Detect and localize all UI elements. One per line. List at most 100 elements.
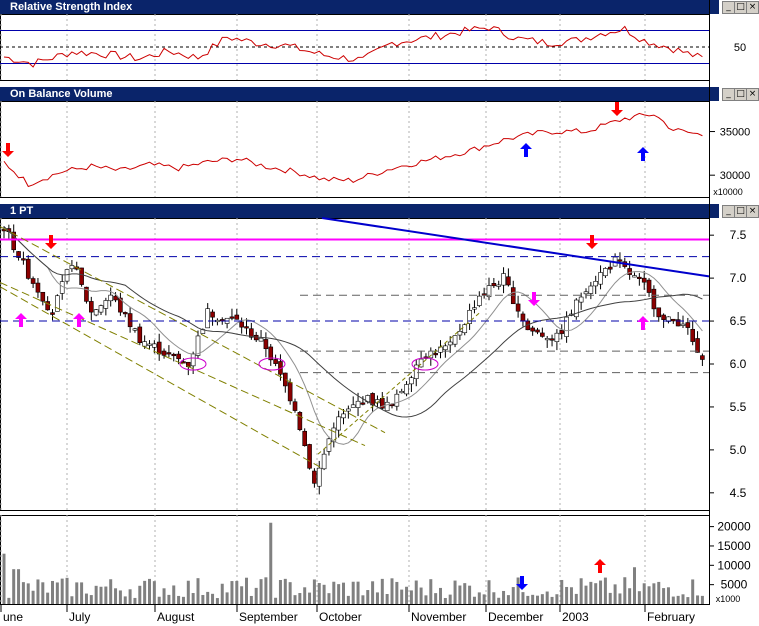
candle-down	[491, 283, 497, 287]
volume-bar	[409, 590, 413, 604]
candle-up	[544, 338, 550, 341]
volume-bar	[89, 595, 93, 604]
candle-down	[695, 338, 700, 353]
volume-bar	[652, 583, 656, 604]
volume-bar	[196, 578, 200, 604]
candle-up	[413, 364, 419, 379]
volume-bar	[138, 585, 142, 604]
volume-bar	[70, 596, 74, 604]
volume-bar	[201, 594, 205, 604]
volume-bar	[143, 580, 147, 604]
price-tick-label: 4.5	[730, 486, 747, 500]
volume-bar	[303, 587, 307, 604]
candle-down	[30, 278, 36, 284]
candle-down	[229, 316, 235, 319]
volume-bar	[293, 595, 297, 604]
obv-multiplier: x10000	[713, 187, 743, 197]
price-tick-label: 5.5	[730, 400, 747, 414]
volume-bar	[565, 586, 569, 604]
candle-down	[21, 258, 26, 261]
candle-up	[108, 294, 113, 302]
volume-bar	[361, 595, 365, 604]
volume-bar	[443, 597, 447, 604]
price-tick-label: 7.0	[730, 271, 747, 285]
candle-down	[166, 352, 172, 355]
volume-bar	[65, 577, 69, 604]
volume-bar	[453, 580, 457, 604]
volume-bar	[569, 587, 573, 604]
candle-up	[152, 343, 157, 348]
candle-up	[205, 308, 210, 329]
volume-bar	[2, 553, 6, 604]
volume-bar	[337, 584, 341, 604]
x-label-3: September	[239, 610, 298, 624]
x-label-8: February	[647, 610, 695, 624]
volume-bar	[104, 586, 108, 604]
candle-down	[181, 361, 186, 364]
x-label-4: October	[319, 610, 362, 624]
volume-bar	[521, 592, 525, 604]
volume-bar	[540, 594, 544, 604]
price-tick-label: 5.0	[730, 443, 747, 457]
volume-bar	[618, 593, 622, 604]
chart-window: Relative Strength Index _ □ × On Balance…	[0, 0, 759, 626]
volume-multiplier: x1000	[716, 594, 741, 604]
candle-down	[700, 355, 705, 360]
candle-up	[404, 384, 409, 395]
candle-up	[564, 316, 569, 337]
volume-bar	[109, 579, 113, 604]
candle-down	[661, 314, 666, 320]
red-arrow-up-icon	[594, 559, 606, 573]
candle-up	[93, 309, 99, 316]
blue-arrow-up-icon	[637, 147, 649, 161]
candle-down	[263, 339, 269, 350]
volume-bar	[414, 580, 418, 604]
volume-bar	[502, 590, 506, 604]
candle-up	[452, 335, 458, 345]
rsi-tick-50: 50	[734, 42, 746, 54]
volume-bar	[405, 586, 409, 604]
volume-bar	[206, 591, 210, 604]
candle-up	[598, 272, 603, 285]
volume-bar	[46, 592, 50, 604]
volume-bar	[681, 594, 685, 604]
volume-bar	[99, 586, 103, 604]
chart-canvas: une July August September October November Dec…	[0, 0, 751, 624]
channel-upper	[0, 281, 366, 447]
volume-bar	[574, 593, 578, 604]
volume-bar	[181, 596, 185, 604]
candle-up	[443, 345, 448, 351]
volume-bar	[245, 577, 248, 604]
x-label-5: November	[411, 610, 466, 624]
red-arrow-down-icon	[45, 235, 57, 249]
candle-up	[394, 393, 400, 407]
candle-down	[297, 412, 303, 431]
candle-down	[239, 321, 244, 328]
volume-bar	[696, 595, 700, 604]
volume-tick-label: 20000	[717, 520, 751, 534]
volume-bar	[123, 596, 127, 604]
volume-bar	[555, 594, 559, 604]
volume-bar	[700, 595, 704, 604]
candle-down	[89, 301, 94, 313]
volume-bar	[118, 590, 122, 604]
candle-down	[161, 350, 167, 356]
candle-down	[637, 276, 642, 279]
uptrend-line	[317, 312, 481, 455]
candle-down	[506, 276, 511, 286]
volume-bar	[80, 582, 84, 604]
candle-up	[462, 324, 468, 334]
volume-bar	[356, 581, 360, 604]
volume-bar	[215, 598, 219, 604]
candle-up	[336, 416, 341, 431]
price-tick-label: 6.5	[730, 314, 747, 328]
candle-down	[520, 313, 526, 322]
candle-down	[656, 307, 662, 318]
x-label-2: August	[157, 610, 195, 624]
volume-bar	[584, 585, 588, 604]
candle-down	[25, 258, 31, 279]
volume-bar	[133, 597, 137, 604]
candle-down	[530, 327, 535, 332]
candle-down	[244, 326, 249, 329]
volume-bar	[288, 582, 292, 604]
